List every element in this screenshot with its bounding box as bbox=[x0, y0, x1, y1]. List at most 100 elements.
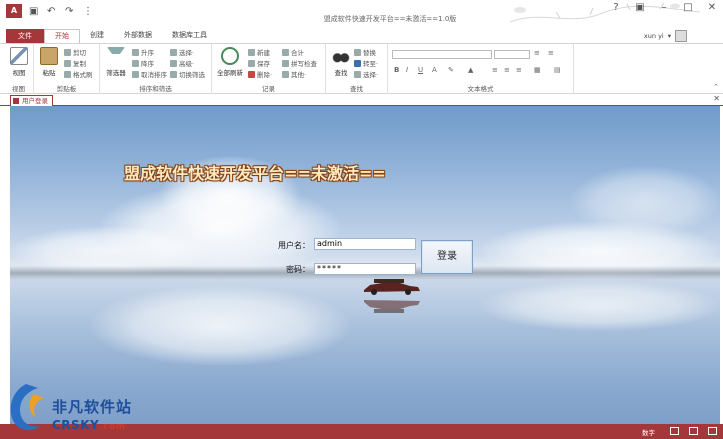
form-view-icon[interactable] bbox=[670, 427, 679, 435]
login-button[interactable]: 登录 bbox=[421, 240, 473, 274]
username-label: 用户名： bbox=[278, 241, 310, 250]
minimize-button[interactable]: – bbox=[657, 2, 671, 13]
ribbon-tabs: 文件 开始 创建 外部数据 数据库工具 bbox=[0, 28, 723, 43]
close-button[interactable]: ✕ bbox=[705, 2, 719, 13]
group-text-format: ≡ ≡ B I U A ✎ ▲ ≡ ≡ ≡ ▦ ▤ 文本格式 bbox=[388, 44, 574, 94]
new-record-icon bbox=[248, 48, 255, 56]
cut-button[interactable]: 剪切 bbox=[64, 47, 86, 57]
user-account[interactable]: xun yi ▾ bbox=[644, 30, 687, 42]
align-center-icon[interactable]: ≡ bbox=[504, 66, 510, 74]
align-left-icon[interactable]: ≡ bbox=[492, 66, 498, 74]
toggle-filter-button[interactable]: 切换筛选 bbox=[170, 69, 205, 79]
watermark-text-en: CRSKY.com bbox=[52, 418, 126, 432]
align-right-icon[interactable]: ≡ bbox=[516, 66, 522, 74]
password-input[interactable]: ***** bbox=[314, 263, 416, 275]
numbering-icon[interactable]: ≡ bbox=[548, 49, 554, 57]
refresh-all-button[interactable]: 全部刷新 bbox=[215, 47, 245, 77]
selection-icon bbox=[170, 48, 177, 56]
alternate-row-icon[interactable]: ▤ bbox=[554, 66, 561, 74]
tab-home[interactable]: 开始 bbox=[44, 29, 80, 43]
advanced-filter-button[interactable]: 高级· bbox=[170, 58, 194, 68]
selection-button[interactable]: 选择· bbox=[170, 47, 194, 57]
font-name-select[interactable] bbox=[392, 50, 492, 59]
replace-icon bbox=[354, 48, 361, 56]
italic-button[interactable]: I bbox=[406, 66, 408, 74]
ribbon-display-icon[interactable]: ▣ bbox=[633, 2, 647, 13]
tab-create[interactable]: 创建 bbox=[80, 29, 114, 43]
gridlines-icon[interactable]: ▦ bbox=[534, 66, 541, 74]
sort-descending-icon bbox=[132, 59, 139, 67]
advanced-filter-icon bbox=[170, 59, 177, 67]
undo-icon[interactable]: ↶ bbox=[47, 6, 58, 17]
more-records-button[interactable]: 其他· bbox=[282, 69, 306, 79]
help-icon[interactable]: ? bbox=[609, 2, 623, 13]
copy-icon bbox=[64, 59, 71, 67]
close-document-icon[interactable]: ✕ bbox=[713, 94, 720, 103]
paste-button[interactable]: 粘贴 bbox=[37, 47, 61, 77]
view-icon bbox=[10, 47, 28, 65]
goto-button[interactable]: 转至· bbox=[354, 58, 378, 68]
tab-database-tools[interactable]: 数据库工具 bbox=[162, 29, 217, 43]
group-find: 查找 替换 转至· 选择· 查找 bbox=[326, 44, 388, 94]
watermark: 非凡软件站 CRSKY.com bbox=[2, 374, 162, 436]
maximize-button[interactable]: □ bbox=[681, 2, 695, 13]
remove-sort-icon bbox=[132, 70, 139, 78]
layout-view-icon[interactable] bbox=[689, 427, 698, 435]
group-label-find: 查找 bbox=[350, 85, 363, 93]
watermark-text-cn: 非凡软件站 bbox=[52, 398, 133, 416]
spelling-button[interactable]: 拼写检查 bbox=[282, 58, 317, 68]
binoculars-icon bbox=[332, 47, 350, 65]
save-icon[interactable]: ▣ bbox=[29, 6, 40, 17]
filter-button[interactable]: 筛选器 bbox=[103, 47, 129, 77]
funnel-icon bbox=[107, 47, 125, 65]
totals-button[interactable]: 合计 bbox=[282, 47, 304, 57]
dropdown-arrow-icon: ▾ bbox=[667, 32, 671, 40]
tab-external-data[interactable]: 外部数据 bbox=[114, 29, 162, 43]
select-button[interactable]: 选择· bbox=[354, 69, 378, 79]
sort-ascending-icon bbox=[132, 48, 139, 56]
save-record-icon bbox=[248, 59, 255, 67]
design-view-icon[interactable] bbox=[708, 427, 717, 435]
bold-button[interactable]: B bbox=[394, 66, 399, 74]
collapse-ribbon-icon[interactable]: ⌃ bbox=[713, 83, 719, 91]
tab-user-login[interactable]: 用户登录 bbox=[10, 95, 53, 106]
delete-record-button[interactable]: 删除· bbox=[248, 69, 272, 79]
new-record-button[interactable]: 新建 bbox=[248, 47, 270, 57]
toggle-filter-icon bbox=[170, 70, 177, 78]
sort-descending-button[interactable]: 降序 bbox=[132, 58, 154, 68]
font-size-select[interactable] bbox=[494, 50, 530, 59]
window-controls: ? ▣ – □ ✕ bbox=[609, 2, 719, 13]
username-input[interactable]: admin bbox=[314, 238, 416, 250]
brush-icon bbox=[64, 70, 71, 78]
quick-access-toolbar: A ▣ ↶ ↷ ⋮ bbox=[6, 4, 94, 18]
save-record-button[interactable]: 保存 bbox=[248, 58, 270, 68]
remove-sort-button[interactable]: 取消排序 bbox=[132, 69, 167, 79]
sigma-icon bbox=[282, 48, 289, 56]
sort-ascending-button[interactable]: 升序 bbox=[132, 47, 154, 57]
underline-button[interactable]: U bbox=[418, 66, 423, 74]
bullets-icon[interactable]: ≡ bbox=[534, 49, 540, 57]
highlight-icon[interactable]: ✎ bbox=[448, 66, 454, 74]
font-color-icon[interactable]: A bbox=[432, 66, 437, 74]
format-painter-button[interactable]: 格式刷 bbox=[64, 69, 93, 79]
access-logo-icon: A bbox=[6, 4, 22, 18]
customize-toolbar-icon[interactable]: ⋮ bbox=[83, 6, 94, 17]
replace-button[interactable]: 替换 bbox=[354, 47, 376, 57]
copy-button[interactable]: 复制 bbox=[64, 58, 86, 68]
num-lock-status: 数字 bbox=[642, 429, 655, 437]
group-sort-filter: 筛选器 升序 降序 取消排序 选择· 高级· 切换筛选 排序和筛选 bbox=[100, 44, 212, 94]
delete-icon bbox=[248, 70, 255, 78]
group-label-text-format: 文本格式 bbox=[467, 85, 494, 93]
car-reflection-image bbox=[364, 300, 420, 313]
view-button[interactable]: 视图 bbox=[7, 47, 31, 77]
spelling-icon bbox=[282, 59, 289, 67]
cloud-bg bbox=[570, 166, 720, 236]
redo-icon[interactable]: ↷ bbox=[65, 6, 76, 17]
cloud-reflection bbox=[90, 286, 350, 366]
find-button[interactable]: 查找 bbox=[329, 47, 353, 77]
fill-color-icon[interactable]: ▲ bbox=[468, 66, 473, 74]
paste-icon bbox=[40, 47, 58, 65]
group-label-clipboard: 剪贴板 bbox=[56, 85, 77, 93]
tab-file[interactable]: 文件 bbox=[6, 29, 44, 43]
more-icon bbox=[282, 70, 289, 78]
